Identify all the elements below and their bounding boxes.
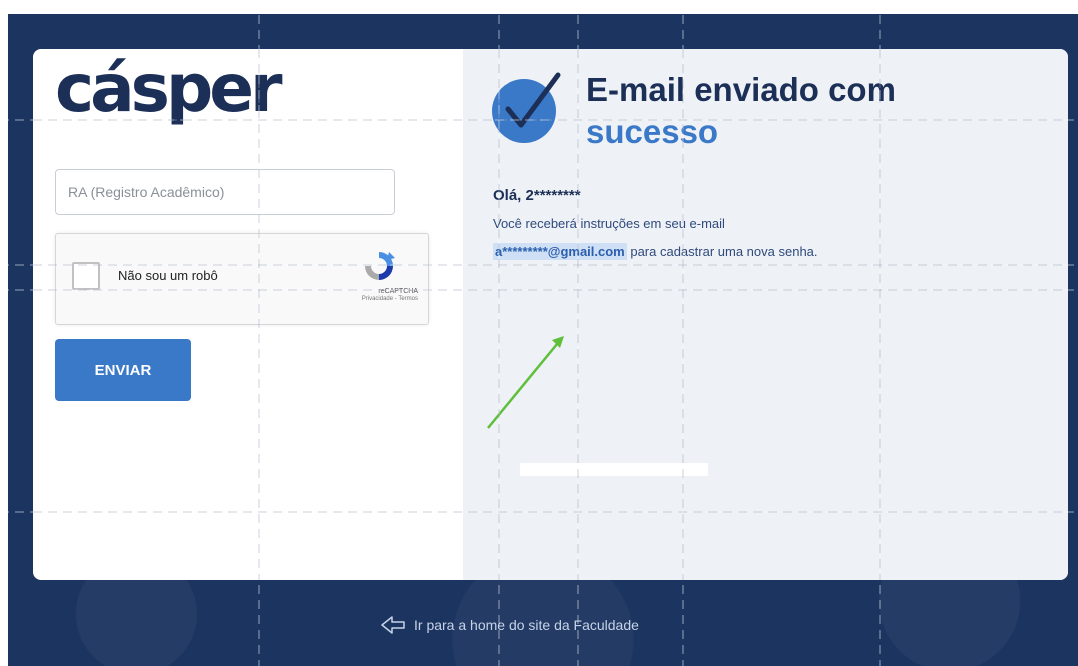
home-link-label: Ir para a home do site da Faculdade bbox=[414, 617, 639, 633]
check-circle-icon bbox=[492, 72, 561, 143]
recaptcha-checkbox[interactable] bbox=[72, 262, 100, 290]
annotation-arrow-icon bbox=[487, 336, 564, 429]
recaptcha-label: Não sou um robô bbox=[118, 268, 218, 283]
success-title-line2: sucesso bbox=[586, 113, 719, 150]
recaptcha-brand-text: reCAPTCHA bbox=[378, 288, 418, 295]
message-line2: a*********@gmail.com para cadastrar uma … bbox=[493, 243, 818, 260]
greeting: Olá, 2******** bbox=[493, 187, 581, 204]
home-link[interactable]: Ir para a home do site da Faculdade bbox=[380, 612, 639, 638]
arrow-left-outline-icon bbox=[381, 616, 405, 634]
send-button[interactable]: ENVIAR bbox=[55, 339, 191, 401]
redaction-bar bbox=[520, 463, 708, 476]
casper-logo: cásper bbox=[55, 50, 282, 127]
recaptcha-links[interactable]: Privacidade - Termos bbox=[362, 296, 418, 303]
message-line2-rest: para cadastrar uma nova senha. bbox=[626, 244, 818, 259]
recaptcha-icon bbox=[365, 252, 395, 280]
message-line1: Você receberá instruções em seu e-mail bbox=[493, 216, 725, 231]
success-title-line1: E-mail enviado com bbox=[586, 71, 896, 108]
recaptcha-widget: Não sou um robô reCAPTCHA Privacidade - … bbox=[55, 233, 429, 325]
masked-email: a*********@gmail.com bbox=[493, 243, 627, 260]
ra-input[interactable] bbox=[55, 169, 395, 215]
recaptcha-brand: reCAPTCHA Privacidade - Termos bbox=[362, 288, 418, 304]
